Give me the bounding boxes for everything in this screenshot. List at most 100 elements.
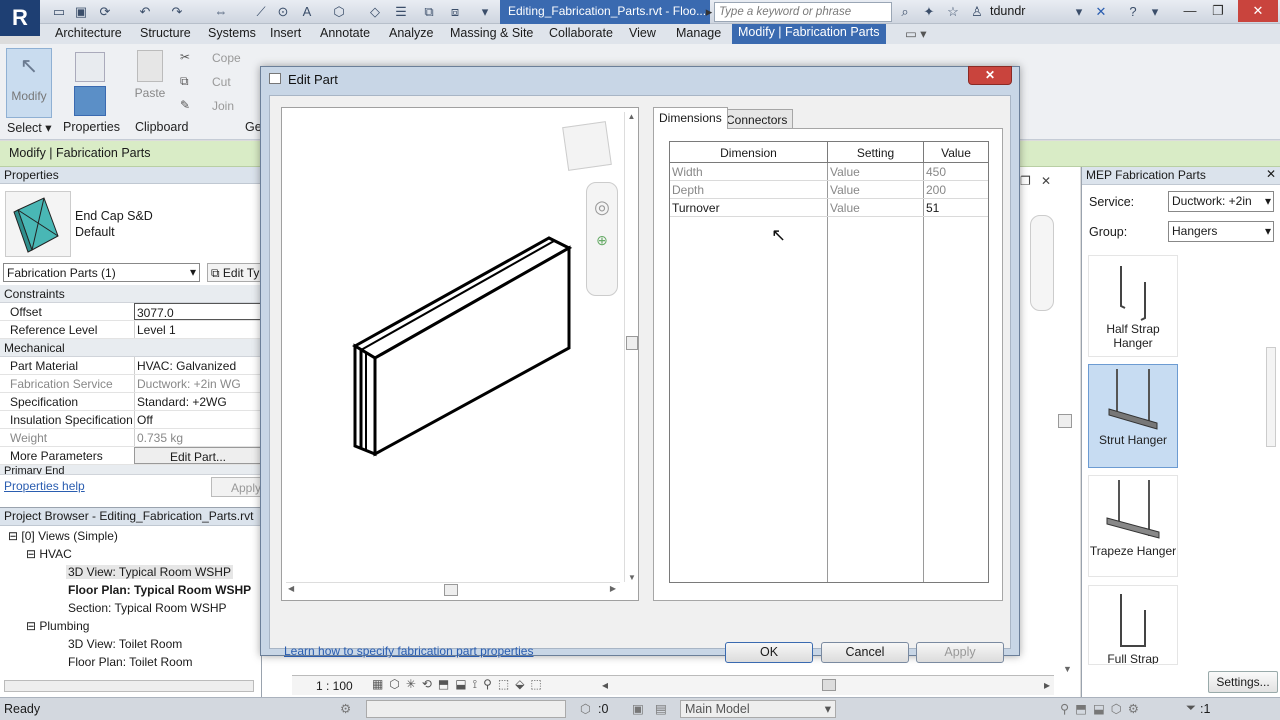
- text-icon[interactable]: A: [298, 3, 316, 21]
- restore-icon[interactable]: ❐: [1204, 0, 1232, 22]
- group-select[interactable]: Select ▾: [7, 120, 52, 135]
- help-link[interactable]: Learn how to specify fabrication part pr…: [284, 644, 533, 658]
- save-icon[interactable]: ▣: [72, 3, 90, 21]
- exclude-options-icon[interactable]: ▤: [655, 701, 667, 716]
- cell-value[interactable]: 51: [926, 201, 939, 215]
- ribbon-minimize-icon[interactable]: ▭ ▾: [905, 26, 927, 41]
- scroll-right-icon[interactable]: ▶: [610, 584, 616, 593]
- cancel-button[interactable]: Cancel: [821, 642, 909, 663]
- prop-offset-value[interactable]: 3077.0: [134, 303, 262, 320]
- thin-lines-icon[interactable]: ☰: [392, 3, 410, 21]
- section-icon[interactable]: ◇: [366, 3, 384, 21]
- redo-icon[interactable]: ↷: [168, 3, 186, 21]
- view-scale[interactable]: 1 : 100: [316, 679, 353, 693]
- tree-plumb-3d[interactable]: 3D View: Toilet Room: [68, 637, 182, 651]
- tab-annotate[interactable]: Annotate: [320, 26, 370, 40]
- scroll-up-icon[interactable]: ▲: [625, 112, 638, 121]
- tree-hvac-3d[interactable]: 3D View: Typical Room WSHP: [66, 565, 233, 579]
- binoculars-icon[interactable]: ⌕: [896, 3, 914, 21]
- tab-structure[interactable]: Structure: [140, 26, 191, 40]
- scroll-left-icon[interactable]: ◀: [288, 584, 294, 593]
- tab-modify-fabrication-parts[interactable]: Modify | Fabrication Parts: [732, 24, 886, 44]
- modify-button[interactable]: ↖ Modify: [6, 48, 52, 118]
- tab-systems[interactable]: Systems: [208, 26, 256, 40]
- apply-button[interactable]: Apply: [916, 642, 1004, 663]
- sync-icon[interactable]: ⟳: [96, 3, 114, 21]
- cut-icon[interactable]: ✂: [180, 50, 190, 64]
- preview-vscrollbar[interactable]: ▲ ▼: [624, 112, 638, 582]
- tree-plumbing[interactable]: ⊟ Plumbing: [26, 619, 89, 633]
- service-select[interactable]: Ductwork: +2in ▾: [1168, 191, 1274, 212]
- view-close-icon[interactable]: ✕: [1041, 174, 1051, 188]
- view-restore-icon[interactable]: ❐: [1020, 174, 1031, 188]
- dialog-close-icon[interactable]: ✕: [968, 66, 1012, 85]
- editable-only-icon[interactable]: ⬡: [580, 701, 591, 716]
- part-trapeze-hanger[interactable]: Trapeze Hanger: [1088, 475, 1178, 577]
- paste-button[interactable]: Paste: [133, 50, 167, 110]
- part-preview[interactable]: ◎ ⊕ ▲ ▼ ◀ ▶: [281, 107, 639, 601]
- user-icon[interactable]: ♙: [968, 3, 986, 21]
- filter-icon[interactable]: ⏷: [1186, 701, 1196, 716]
- section-mechanical[interactable]: Mechanical: [0, 339, 262, 357]
- tab-massing-site[interactable]: Massing & Site: [450, 26, 533, 40]
- section-constraints[interactable]: Constraints: [0, 285, 262, 303]
- table-row[interactable]: Depth Value 200: [670, 181, 988, 199]
- prop-insulation-value[interactable]: Off: [134, 411, 262, 428]
- copy-icon[interactable]: ⧉: [180, 74, 189, 89]
- undo-icon[interactable]: ↶: [136, 3, 154, 21]
- browser-scrollbar[interactable]: [4, 680, 254, 692]
- prop-ref-value[interactable]: Level 1: [134, 321, 262, 338]
- tag-icon[interactable]: ⊙: [274, 3, 292, 21]
- tree-hvac-floor[interactable]: Floor Plan: Typical Room WSHP: [68, 583, 251, 597]
- viewcube-icon[interactable]: [562, 121, 612, 171]
- 3d-view-icon[interactable]: ⬡: [330, 3, 348, 21]
- chevron-left-icon[interactable]: ◂: [602, 678, 608, 692]
- dimension-icon[interactable]: ⟋: [252, 3, 270, 21]
- horizontal-scroll-thumb[interactable]: [822, 679, 836, 691]
- tab-architecture[interactable]: Architecture: [55, 26, 122, 40]
- edit-type-button[interactable]: ⧉ Edit Ty: [207, 263, 267, 282]
- table-row[interactable]: Turnover Value 51: [670, 199, 988, 217]
- tab-view[interactable]: View: [629, 26, 656, 40]
- tree-hvac[interactable]: ⊟ HVAC: [26, 547, 72, 561]
- close-hidden-icon[interactable]: ⧉: [420, 3, 438, 21]
- design-options-icon[interactable]: ▣: [632, 701, 644, 716]
- settings-button[interactable]: Settings...: [1208, 671, 1278, 693]
- help-dropdown-icon[interactable]: ▾: [1146, 3, 1164, 21]
- steering-wheel-icon[interactable]: ◎: [587, 197, 617, 218]
- zoom-icon[interactable]: ⊕: [587, 232, 617, 249]
- table-row[interactable]: Width Value 450: [670, 163, 988, 181]
- measure-icon[interactable]: ⇔: [212, 3, 230, 21]
- tab-connectors[interactable]: Connectors: [720, 109, 794, 128]
- edit-part-button[interactable]: Edit Part...: [134, 447, 262, 464]
- cut-geometry-button[interactable]: Cut: [212, 75, 231, 89]
- favorites-icon[interactable]: ☆: [944, 3, 962, 21]
- tab-analyze[interactable]: Analyze: [389, 26, 433, 40]
- cope-button[interactable]: Cope: [212, 51, 241, 65]
- ok-button[interactable]: OK: [725, 642, 813, 663]
- help-icon[interactable]: ?: [1124, 3, 1142, 21]
- tree-hvac-section[interactable]: Section: Typical Room WSHP: [68, 601, 227, 615]
- mep-close-icon[interactable]: ✕: [1266, 167, 1276, 181]
- preview-vscroll-thumb[interactable]: [626, 336, 638, 350]
- tree-plumb-floor[interactable]: Floor Plan: Toilet Room: [68, 655, 193, 669]
- user-name[interactable]: tdundr: [990, 4, 1025, 18]
- exchange-apps-icon[interactable]: ✕: [1092, 3, 1110, 21]
- user-dropdown-icon[interactable]: ▾: [1070, 3, 1088, 21]
- view-controls-icons[interactable]: ▦⬡✳⟲⬒⬓⟟⚲⬚⬙⬚: [372, 677, 548, 692]
- join-button[interactable]: Join: [212, 99, 234, 113]
- qat-dropdown-icon[interactable]: ▾: [476, 3, 494, 21]
- scroll-down-icon[interactable]: ▼: [625, 573, 639, 582]
- part-half-strap-hanger[interactable]: Half Strap Hanger: [1088, 255, 1178, 357]
- canvas-scroll-down-icon[interactable]: ▼: [1063, 664, 1072, 674]
- preview-hscroll-thumb[interactable]: [444, 584, 458, 596]
- mep-scrollbar[interactable]: [1266, 347, 1276, 447]
- app-logo[interactable]: R: [0, 0, 40, 36]
- window-close-icon[interactable]: ✕: [1238, 0, 1278, 22]
- part-strut-hanger[interactable]: Strut Hanger: [1088, 364, 1178, 468]
- selection-options-icons[interactable]: ⚲⬒⬓⬡⚙: [1060, 701, 1145, 716]
- properties-help-link[interactable]: Properties help: [4, 479, 85, 493]
- prop-material-value[interactable]: HVAC: Galvanized: [134, 357, 262, 374]
- switch-windows-icon[interactable]: ⧈: [446, 3, 464, 21]
- tab-insert[interactable]: Insert: [270, 26, 301, 40]
